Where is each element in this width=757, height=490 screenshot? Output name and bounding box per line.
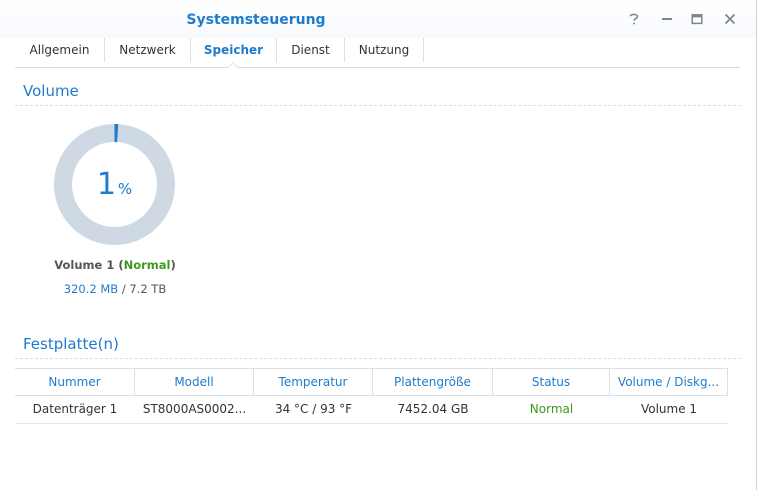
donut-label: 1 % bbox=[54, 124, 175, 245]
column-header-volume[interactable]: Volume / Diskg... bbox=[610, 369, 728, 395]
tab-speicher[interactable]: Speicher bbox=[191, 38, 277, 62]
cell-modell: ST8000AS0002... bbox=[142, 402, 247, 416]
tab-bar: Allgemein Netzwerk Speicher Dienst Nutzu… bbox=[15, 38, 424, 62]
disk-section-title: Festplatte(n) bbox=[23, 335, 119, 353]
maximize-icon[interactable] bbox=[688, 10, 706, 28]
column-header-plattengroesse[interactable]: Plattengröße bbox=[373, 369, 493, 395]
cell-nummer: Datenträger 1 bbox=[32, 402, 118, 416]
window-title: Systemsteuerung bbox=[186, 12, 326, 28]
section-divider bbox=[15, 358, 741, 359]
tab-dienst[interactable]: Dienst bbox=[277, 38, 345, 62]
tab-divider bbox=[15, 67, 740, 68]
minimize-icon[interactable] bbox=[658, 10, 676, 28]
volume-name-line: Volume 1 (Normal) bbox=[54, 258, 176, 272]
tab-nutzung[interactable]: Nutzung bbox=[345, 38, 424, 62]
column-header-modell[interactable]: Modell bbox=[135, 369, 254, 395]
volume-used: 320.2 MB bbox=[63, 282, 119, 296]
title-bar[interactable]: Systemsteuerung bbox=[0, 0, 756, 38]
volume-capacity: 320.2 MB / 7.2 TB bbox=[63, 282, 167, 296]
table-row[interactable]: Datenträger 1 ST8000AS0002... 34 °C / 93… bbox=[15, 396, 728, 424]
volume-status: Normal bbox=[123, 258, 171, 272]
cell-volume: Volume 1 bbox=[640, 402, 698, 416]
control-panel-window: Systemsteuerung Allgemein Netzwerk Speic… bbox=[0, 0, 757, 490]
help-icon[interactable] bbox=[625, 10, 643, 28]
section-divider bbox=[15, 105, 741, 106]
volume-total: 7.2 TB bbox=[129, 282, 167, 296]
cell-plattengroesse: 7452.04 GB bbox=[397, 402, 469, 416]
column-header-temperatur[interactable]: Temperatur bbox=[254, 369, 373, 395]
table-header: Nummer Modell Temperatur Plattengröße St… bbox=[15, 368, 728, 396]
tab-allgemein[interactable]: Allgemein bbox=[15, 38, 105, 62]
column-header-nummer[interactable]: Nummer bbox=[15, 369, 135, 395]
volume-name: Volume 1 bbox=[54, 258, 115, 272]
usage-percent: 1 bbox=[96, 167, 116, 202]
close-icon[interactable] bbox=[721, 10, 739, 28]
active-tab-indicator-inner bbox=[228, 63, 238, 68]
disk-table: Nummer Modell Temperatur Plattengröße St… bbox=[15, 368, 728, 424]
cell-temperatur: 34 °C / 93 °F bbox=[274, 402, 353, 416]
volume-usage-donut: 1 % bbox=[54, 124, 175, 245]
tab-netzwerk[interactable]: Netzwerk bbox=[105, 38, 191, 62]
column-header-status[interactable]: Status bbox=[493, 369, 610, 395]
cell-status: Normal bbox=[529, 402, 574, 416]
percent-sign: % bbox=[117, 179, 133, 198]
volume-section-title: Volume bbox=[23, 82, 79, 100]
